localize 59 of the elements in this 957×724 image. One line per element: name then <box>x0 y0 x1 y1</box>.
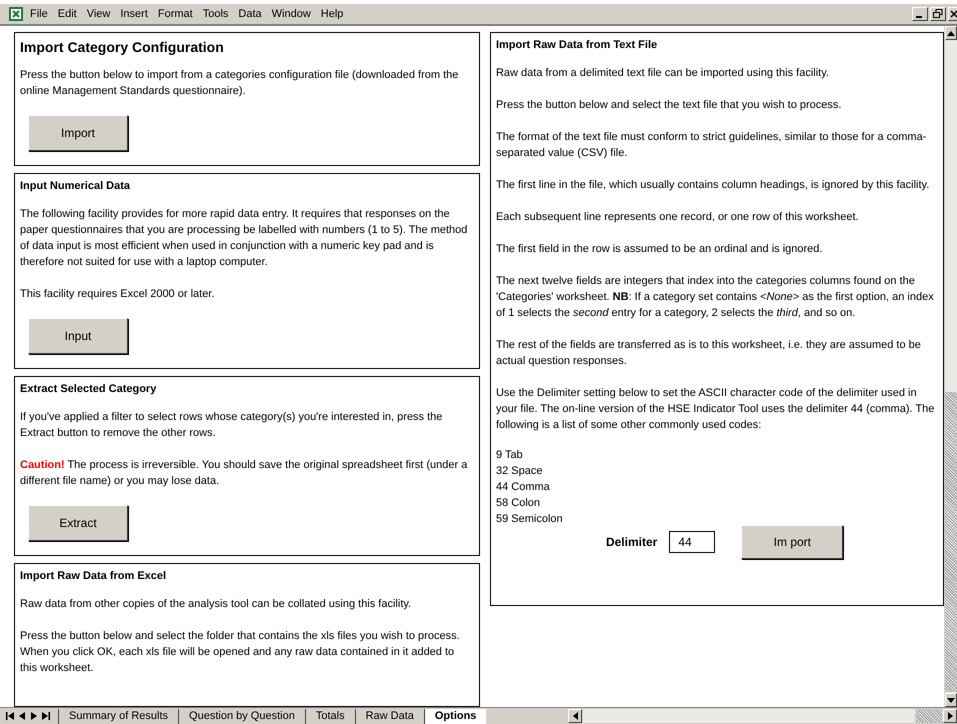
sheet-tab[interactable]: Summary of Results <box>58 708 178 724</box>
scroll-down-icon[interactable] <box>945 693 957 707</box>
menu-item[interactable]: Tools <box>202 8 228 20</box>
paragraph: Raw data from a delimited text file can be imported using this facility. <box>496 66 830 81</box>
paragraph: The first field in the row is assumed to be an ordinal and is ignored. <box>496 242 824 257</box>
paragraph: Each subsequent line represents one record, or one row of this worksheet. <box>496 210 860 225</box>
section-title: Import Raw Data from Excel <box>20 570 168 582</box>
close-icon[interactable] <box>948 7 957 21</box>
paragraph: The next twelve fields are integers that index into the categories columns found on the 'Categories' worksheet. NB: If a category set contains <None> as the first option, an index of 1 selects the second entry for a category, 2 selects the third, and so on. <box>496 274 935 321</box>
menu-item[interactable]: Window <box>272 8 311 20</box>
scroll-thumb[interactable] <box>945 392 957 692</box>
menu-item[interactable]: Help <box>320 8 344 20</box>
section-title: Extract Selected Category <box>20 383 158 395</box>
code-item: 58 Colon <box>496 496 542 511</box>
menu-item[interactable]: View <box>86 8 110 20</box>
section-title: Import Raw Data from Text File <box>496 39 658 51</box>
section-title: Input Numerical Data <box>20 180 132 192</box>
restore-icon[interactable] <box>930 7 946 21</box>
sheet-tab[interactable]: Question by Question <box>178 708 305 724</box>
horizontal-scrollbar[interactable] <box>568 709 957 723</box>
first-sheet-icon[interactable] <box>4 709 16 723</box>
paragraph: Press the button below to import from a categories configuration file (downloaded from the online Management Standards questionnaire). <box>20 68 460 99</box>
paragraph: The following facility provides for more rapid data entry. It requires that responses on the paper questionnaires that you are processing be labelled with numbers (1 to 5). The method of data input is most efficient when used in conjunction with a numeric key pad and is therefore not suited for use with a laptop computer. <box>20 207 468 270</box>
vertical-scrollbar[interactable] <box>944 26 957 707</box>
menu-item[interactable]: Edit <box>58 8 77 20</box>
delimiter-field[interactable]: 44 <box>669 531 716 553</box>
paragraph: Caution! The process is irreversible. You should save the original spreadsheet first (under a different file name) or you may lose data. <box>20 458 468 489</box>
action-button[interactable]: Extract <box>28 505 128 541</box>
paragraph: The format of the text file must conform to strict guidelines, similar to those for a comma-separated value (CSV) file. <box>496 130 928 161</box>
action-button[interactable]: Import <box>28 115 128 151</box>
section-title: Import Category Configuration <box>20 39 225 55</box>
menu-item[interactable]: Format <box>158 8 193 20</box>
scroll-right-icon[interactable] <box>943 709 957 723</box>
menu-item[interactable]: File <box>30 8 48 20</box>
delimiter-label: Delimiter <box>606 535 658 549</box>
paragraph: Press the button below and select the text file that you wish to process. <box>496 98 842 113</box>
code-item: 32 Space <box>496 464 544 479</box>
spreadsheet-icon[interactable] <box>8 6 24 22</box>
last-sheet-icon[interactable] <box>40 709 52 723</box>
minimize-icon[interactable] <box>912 7 928 21</box>
code-item: 44 Comma <box>496 480 551 495</box>
code-item: 9 Tab <box>496 448 524 463</box>
paragraph: Use the Delimiter setting below to set the ASCII character code of the delimiter used in your file. The on-line version of the HSE Indicator Tool uses the delimiter 44 (comma). The following is a list of some other commonly used codes: <box>496 386 936 433</box>
action-button[interactable]: Im port <box>741 525 844 559</box>
action-button[interactable]: Input <box>28 318 128 354</box>
paragraph: This facility requires Excel 2000 or later. <box>20 287 216 302</box>
paragraph: The first line in the file, which usually contains column headings, is ignored by this facility. <box>496 178 930 193</box>
scroll-up-icon[interactable] <box>945 26 957 40</box>
menu-item[interactable]: Data <box>238 8 262 20</box>
paragraph: Press the button below and select the folder that contains the xls files you wish to process. When you click OK, each xls file will be opened and any raw data contained in it added to this worksheet. <box>20 629 461 676</box>
menu-item[interactable]: Insert <box>120 8 148 20</box>
sheet-tab[interactable]: Options <box>424 708 486 724</box>
scroll-thumb[interactable] <box>916 709 942 723</box>
sheet-tab[interactable]: Totals <box>304 708 355 724</box>
paragraph: The rest of the fields are transferred as is to this worksheet, i.e. they are assumed to be actual question responses. <box>496 338 922 369</box>
scroll-left-icon[interactable] <box>568 709 582 723</box>
paragraph: If you've applied a filter to select rows whose category(s) you're interested in, press the Extract button to remove the other rows. <box>20 410 444 441</box>
code-item: 59 Semicolon <box>496 512 564 527</box>
paragraph: Raw data from other copies of the analysis tool can be collated using this facility. <box>20 597 412 612</box>
